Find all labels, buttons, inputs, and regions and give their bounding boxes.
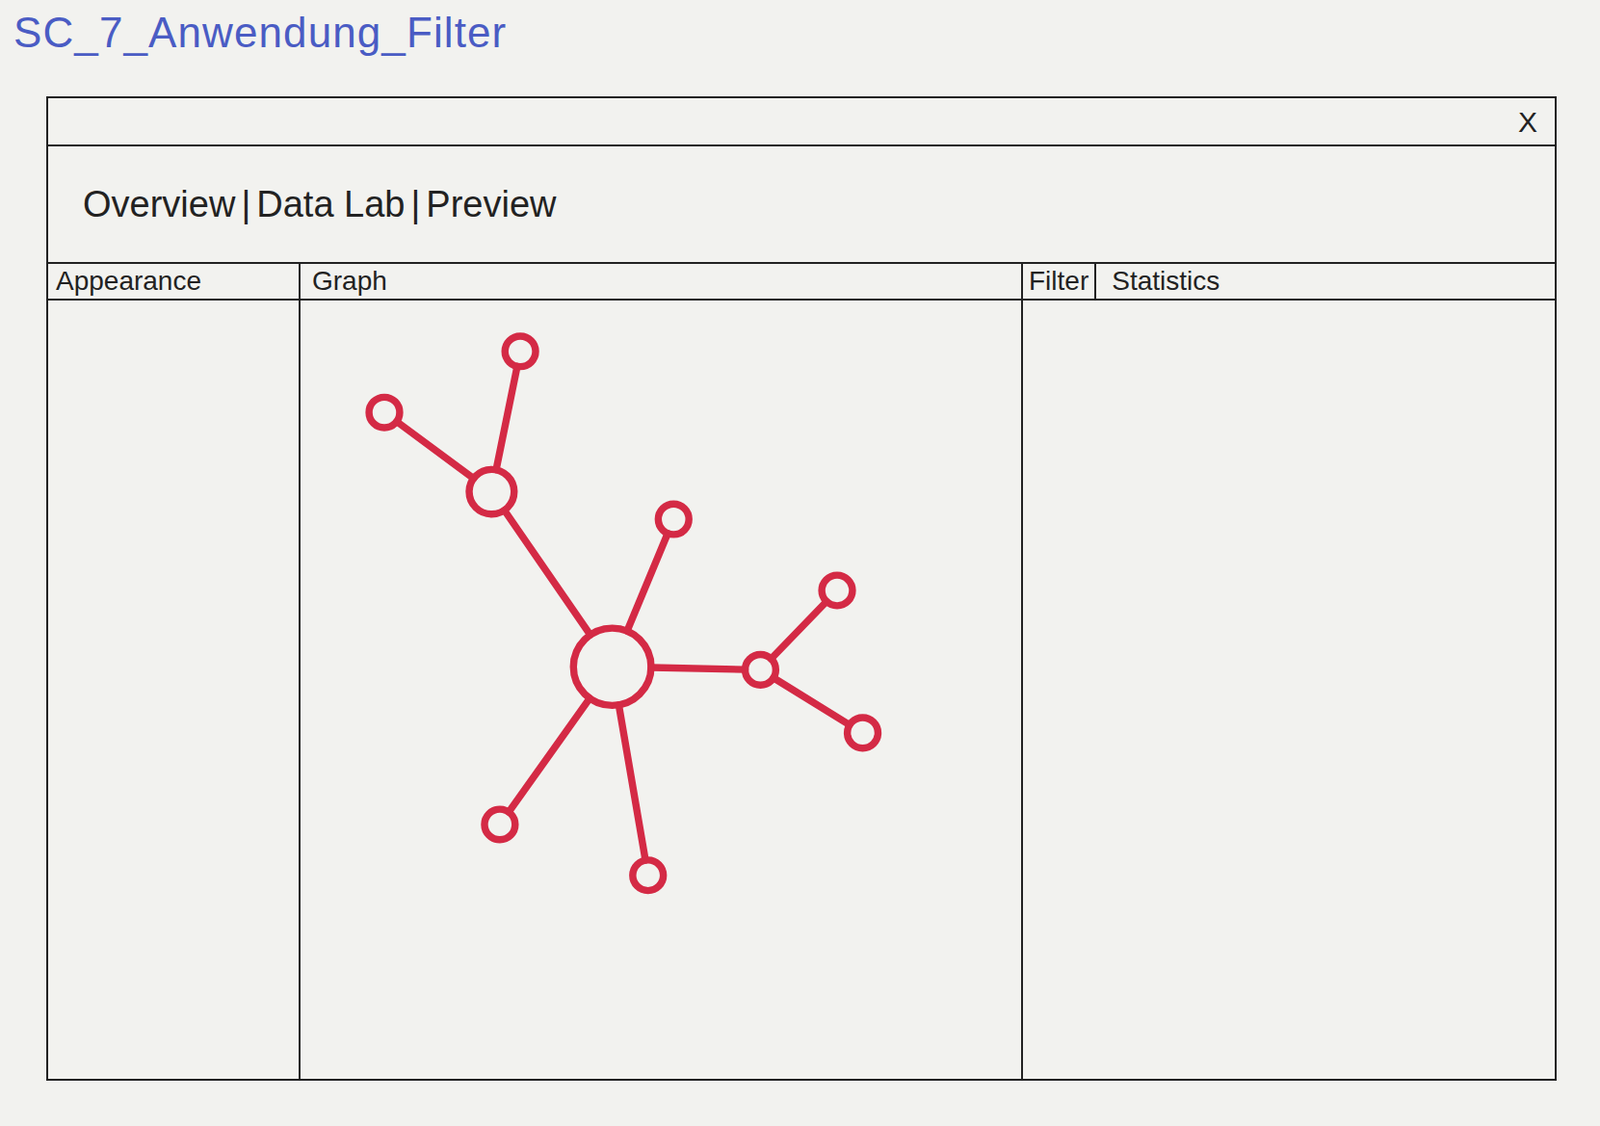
graph-edge (396, 421, 474, 479)
workspace: AppearanceGraphFilterStatistics (48, 263, 1555, 1079)
tab-separator: | (235, 177, 257, 233)
tab-separator: | (404, 177, 426, 233)
graph-node[interactable] (745, 655, 777, 686)
graph-edge (508, 698, 590, 813)
tab[interactable]: Preview (425, 177, 556, 233)
panel-tab[interactable]: Statistics (1096, 263, 1235, 299)
graph-canvas[interactable] (300, 300, 1022, 1079)
tab[interactable]: Overview (82, 177, 236, 233)
side-panel: FilterStatistics (1022, 263, 1555, 1079)
panel-header: Appearance (48, 263, 299, 301)
graph-node[interactable] (847, 717, 879, 749)
graph-node[interactable] (657, 503, 689, 535)
panel-tabs: FilterStatistics (1022, 263, 1555, 301)
graph-node[interactable] (821, 575, 853, 606)
app-window: XOverview|Data Lab|PreviewAppearanceGrap… (46, 96, 1557, 1081)
panel-tab[interactable]: Filter (1022, 263, 1097, 299)
graph-edge (496, 366, 518, 470)
graph-node[interactable] (573, 628, 652, 706)
title-bar: X (48, 98, 1555, 147)
graph-drawing (300, 300, 1022, 1079)
tab[interactable]: Data Lab (256, 177, 405, 233)
graph-node[interactable] (368, 396, 400, 428)
graph-node[interactable] (484, 809, 516, 840)
sketch-title: SC_7_Anwendung_Filter (0, 0, 1600, 97)
graph-edge (770, 601, 827, 659)
graph-edge (627, 533, 668, 631)
sketch-page: SC_7_Anwendung_FilterXOverview|Data Lab|… (0, 0, 1600, 1126)
tab-bar: Overview|Data Lab|Preview (48, 146, 1555, 264)
graph-edge (651, 667, 746, 670)
graph-edge (618, 705, 646, 861)
close-button[interactable]: X (1518, 100, 1538, 144)
graph-edge (773, 678, 850, 726)
panel-header: Graph (300, 263, 1022, 301)
graph-node[interactable] (632, 860, 664, 892)
graph-node[interactable] (504, 336, 536, 368)
appearance-panel: Appearance (48, 263, 301, 1079)
graph-edge (504, 510, 591, 635)
graph-panel: Graph (300, 263, 1023, 1079)
graph-node[interactable] (469, 469, 515, 514)
